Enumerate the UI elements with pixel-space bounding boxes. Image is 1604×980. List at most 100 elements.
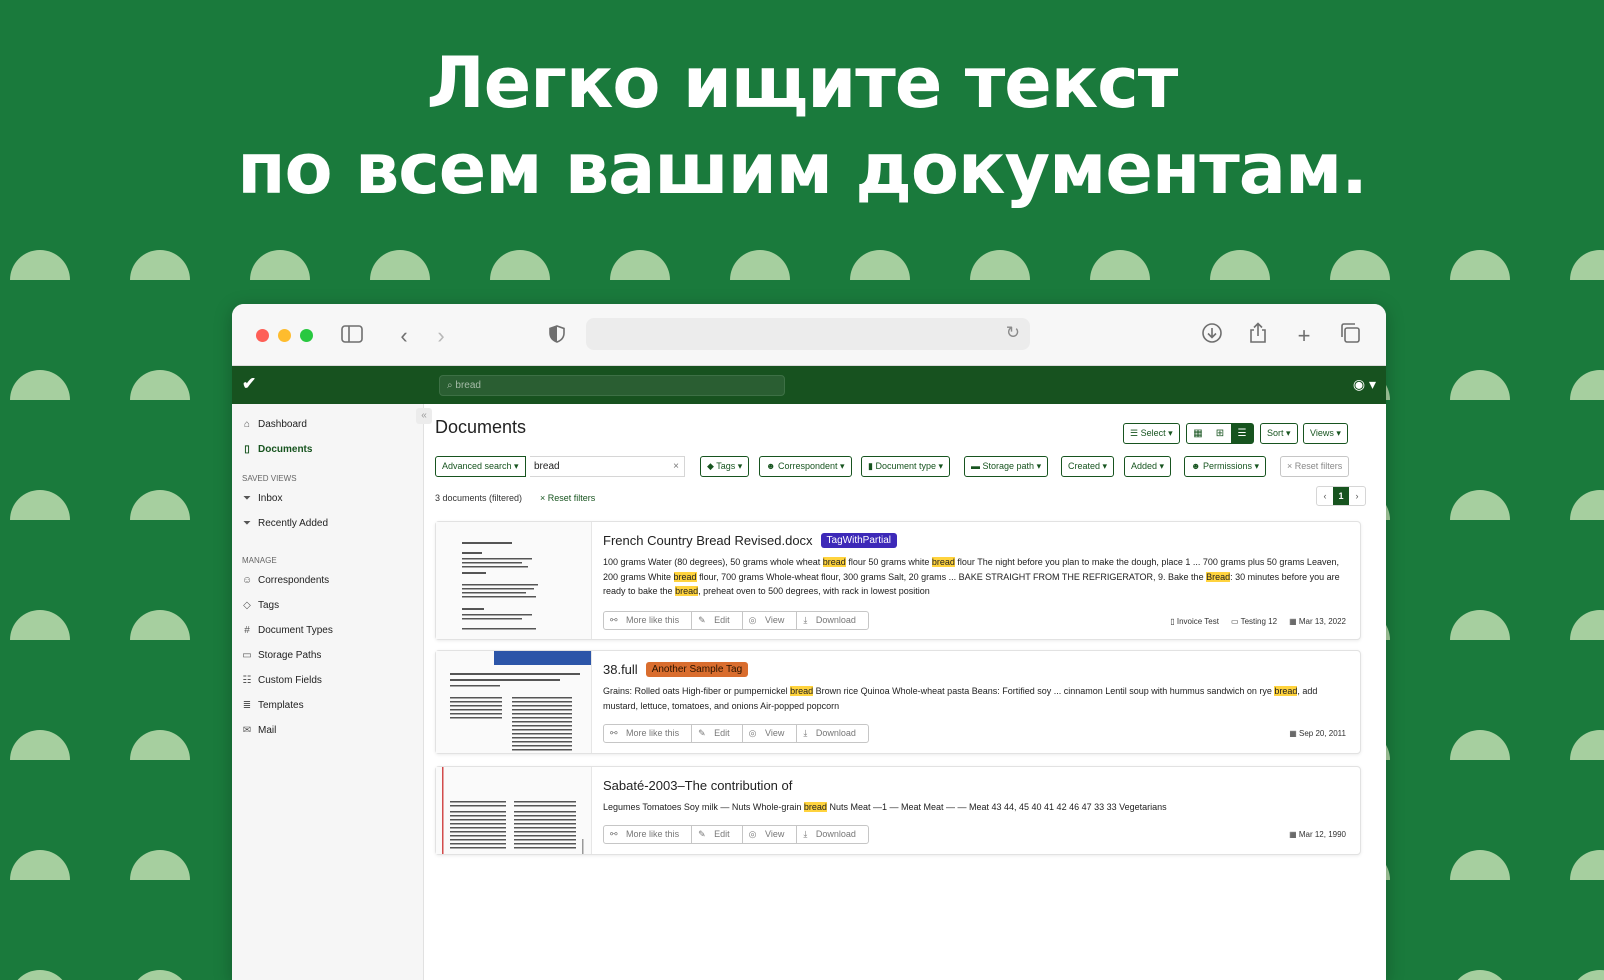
snippet-text: Nuts Meat —1 — Meat Meat — — Meat 43 44,… [826, 802, 1167, 812]
document-meta: ▯ Invoice Test ▭ Testing 12 ▦ Mar 13, 20… [1170, 617, 1346, 626]
document-type-meta[interactable]: ▯ Invoice Test [1170, 617, 1219, 626]
sidebar-item-document-types[interactable]: # Document Types [232, 618, 423, 643]
search-highlight: bread [803, 802, 827, 812]
view-button[interactable]: ◎ View [743, 612, 798, 629]
download-button[interactable]: ⤓ Download [797, 612, 868, 629]
download-label: Download [815, 728, 856, 738]
correspondent-filter-dropdown[interactable]: ☻ Correspondent ▾ [759, 456, 852, 477]
document-snippet: Legumes Tomatoes Soy milk — Nuts Whole-g… [603, 800, 1348, 815]
view-button[interactable]: ◎ View [743, 826, 798, 843]
edit-button[interactable]: ✎ Edit [692, 612, 743, 629]
next-page-icon[interactable]: › [1349, 487, 1365, 505]
sidebar-collapse-button[interactable]: « [416, 408, 432, 424]
document-thumbnail[interactable] [436, 767, 592, 854]
document-card[interactable]: French Country Bread Revised.docx TagWit… [435, 521, 1361, 640]
back-icon[interactable]: ‹ [390, 322, 418, 350]
tags-filter-dropdown[interactable]: ◆ Tags ▾ [700, 456, 750, 477]
global-search-input[interactable]: ⌕ bread [439, 375, 785, 396]
permissions-filter-dropdown[interactable]: ☻ Permissions ▾ [1184, 456, 1267, 477]
folder-icon: ▬ [971, 461, 980, 471]
sidebar-item-templates[interactable]: ≣ Templates [232, 693, 423, 718]
download-icon[interactable] [1198, 322, 1226, 350]
prev-page-icon[interactable]: ‹ [1317, 487, 1333, 505]
filter-search-input[interactable]: bread × [530, 456, 685, 477]
edit-button[interactable]: ✎ Edit [692, 725, 743, 742]
user-menu[interactable]: ◉ ▾ [1353, 376, 1376, 393]
select-dropdown[interactable]: ☰ Select ▾ [1123, 423, 1180, 444]
sidebar-item-label: Tags [258, 600, 280, 611]
shield-icon[interactable] [543, 322, 571, 350]
sidebar-item-inbox[interactable]: ⏷ Inbox [232, 486, 423, 511]
clear-icon[interactable]: × [673, 457, 679, 476]
file-text-icon: ≣ [242, 700, 252, 711]
sidebar-item-correspondents[interactable]: ☺ Correspondents [232, 568, 423, 593]
document-title[interactable]: French Country Bread Revised.docx [603, 533, 813, 548]
search-highlight: bread [1274, 686, 1298, 696]
document-snippet: 100 grams Water (80 degrees), 50 grams w… [603, 555, 1348, 599]
reset-filters-link[interactable]: × Reset filters [540, 493, 595, 503]
share-icon[interactable] [1244, 322, 1272, 350]
sidebar-item-recently-added[interactable]: ⏷ Recently Added [232, 511, 423, 536]
small-cards-icon[interactable]: ▦ [1187, 424, 1209, 443]
sidebar-item-label: Custom Fields [258, 675, 322, 686]
sidebar-item-storage-paths[interactable]: ▭ Storage Paths [232, 643, 423, 668]
document-card[interactable]: Sabaté-2003–The contribution of Legumes … [435, 766, 1361, 855]
close-window-button[interactable] [256, 329, 269, 342]
document-tag[interactable]: Another Sample Tag [645, 661, 749, 677]
reset-filters-label: Reset filters [1294, 461, 1343, 471]
more-like-this-button[interactable]: ⚯ More like this [604, 725, 693, 742]
sidebar-item-custom-fields[interactable]: ☷ Custom Fields [232, 668, 423, 693]
sidebar-item-documents[interactable]: ▯ Documents [232, 437, 423, 462]
address-bar[interactable]: ↻ [586, 318, 1030, 350]
search-highlight: bread [790, 686, 814, 696]
reload-icon[interactable]: ↻ [1006, 323, 1020, 343]
storage-path-filter-dropdown[interactable]: ▬ Storage path ▾ [964, 456, 1049, 477]
advanced-search-dropdown[interactable]: Advanced search ▾ [435, 456, 526, 477]
document-title[interactable]: Sabaté-2003–The contribution of [603, 778, 792, 793]
calendar-icon: ▦ [1289, 617, 1297, 626]
created-date-value: Sep 20, 2011 [1298, 729, 1346, 738]
views-dropdown[interactable]: Views ▾ [1303, 423, 1348, 444]
sidebar-item-tags[interactable]: ◇ Tags [232, 593, 423, 618]
document-type-value: Invoice Test [1176, 617, 1219, 626]
more-like-this-button[interactable]: ⚯ More like this [604, 826, 693, 843]
sort-dropdown[interactable]: Sort ▾ [1260, 423, 1298, 444]
sidebar-item-label: Dashboard [258, 419, 307, 430]
storage-path-meta[interactable]: ▭ Testing 12 [1231, 617, 1277, 626]
document-tag[interactable]: TagWithPartial [820, 532, 898, 548]
document-thumbnail[interactable] [436, 522, 592, 639]
document-thumbnail[interactable] [436, 651, 592, 753]
forward-icon[interactable]: › [427, 322, 455, 350]
sidebar-item-dashboard[interactable]: ⌂ Dashboard [232, 412, 423, 437]
more-like-this-label: More like this [626, 728, 680, 738]
display-mode-toggle[interactable]: ▦ ⊞ ☰ [1186, 423, 1254, 444]
sidebar-item-mail[interactable]: ✉ Mail [232, 718, 423, 743]
sidebar-toggle-icon[interactable] [338, 322, 366, 350]
document-title[interactable]: 38.full [603, 662, 638, 677]
tab-overview-icon[interactable] [1336, 322, 1364, 350]
download-button[interactable]: ⤓ Download [797, 826, 868, 843]
large-cards-icon[interactable]: ⊞ [1209, 424, 1231, 443]
document-type-filter-dropdown[interactable]: ▮ Document type ▾ [861, 456, 951, 477]
document-card[interactable]: 38.full Another Sample Tag Grains: Rolle… [435, 650, 1361, 754]
minimize-window-button[interactable] [278, 329, 291, 342]
view-button[interactable]: ◎ View [743, 725, 798, 742]
tags-filter-label: Tags [716, 461, 736, 471]
edit-button[interactable]: ✎ Edit [692, 826, 743, 843]
details-list-icon[interactable]: ☰ [1231, 424, 1253, 443]
download-button[interactable]: ⤓ Download [797, 725, 868, 742]
added-filter-dropdown[interactable]: Added ▾ [1124, 456, 1172, 477]
page-number[interactable]: 1 [1333, 487, 1349, 505]
check-icon[interactable]: ✔ [242, 374, 256, 394]
document-title-row: Sabaté-2003–The contribution of [603, 775, 1348, 795]
document-actions: ⚯ More like this ✎ Edit ◎ View ⤓ Downloa… [603, 724, 869, 743]
reset-filters-button[interactable]: × Reset filters [1280, 456, 1350, 477]
created-filter-dropdown[interactable]: Created ▾ [1061, 456, 1115, 477]
snippet-text: Brown rice Quinoa Whole-wheat pasta Bean… [813, 686, 1275, 696]
zoom-window-button[interactable] [300, 329, 313, 342]
sidebar-item-label: Storage Paths [258, 650, 322, 661]
new-tab-icon[interactable]: + [1290, 322, 1318, 350]
envelope-icon: ✉ [242, 725, 252, 736]
calendar-icon: ▦ [1289, 729, 1297, 738]
more-like-this-button[interactable]: ⚯ More like this [604, 612, 693, 629]
